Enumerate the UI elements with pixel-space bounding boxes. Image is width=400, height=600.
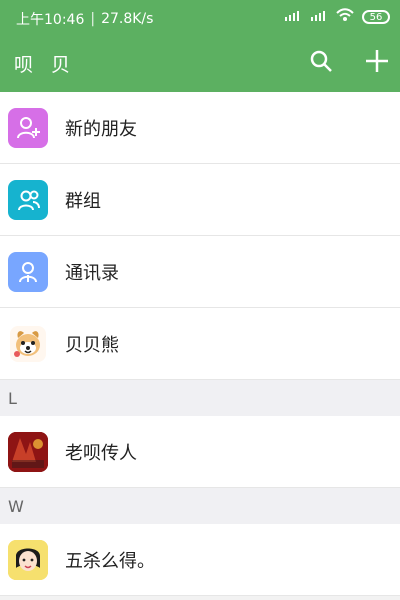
list-item-new-friends[interactable]: 新的朋友: [0, 92, 400, 164]
network-speed: 27.8K/s: [101, 11, 154, 27]
dog-avatar: [8, 323, 48, 364]
list-item-label: 群组: [65, 190, 101, 212]
list-item-label: 新的朋友: [65, 118, 137, 140]
battery-icon: 56: [362, 10, 390, 24]
list-item-label: 五杀么得。: [65, 550, 155, 572]
list-item-address-book[interactable]: 通讯录: [0, 236, 400, 308]
list-item-label: 通讯录: [65, 262, 119, 284]
search-button[interactable]: [306, 48, 336, 78]
group-icon: [8, 179, 48, 220]
poster-avatar: [8, 431, 48, 472]
add-icon: [364, 48, 390, 78]
contacts-icon: [8, 251, 48, 292]
list-item-groups[interactable]: 群组: [0, 164, 400, 236]
add-button[interactable]: [362, 48, 392, 78]
status-time: 上午10:46: [16, 12, 85, 28]
girl-avatar: [8, 539, 48, 580]
list-item-laobei[interactable]: 老呗传人: [0, 416, 400, 488]
status-bar: 上午10:46 | 27.8K/s 56: [0, 0, 400, 36]
signal-icon: [310, 8, 328, 26]
list-item-bear[interactable]: 贝贝熊: [0, 308, 400, 380]
contacts-list: 新的朋友 群组 通讯录 贝贝熊 L 老呗传人 W 五杀么得。: [0, 92, 400, 596]
app-bar: 呗 贝: [0, 36, 400, 92]
new-friend-icon: [8, 107, 48, 148]
list-item-label: 贝贝熊: [65, 334, 119, 356]
search-icon: [309, 49, 333, 77]
status-separator: |: [90, 11, 96, 27]
list-item-wusha[interactable]: 五杀么得。: [0, 524, 400, 596]
signal-icon: [284, 8, 302, 26]
section-letter: L: [8, 388, 17, 408]
battery-level: 56: [369, 11, 383, 23]
list-item-label: 老呗传人: [65, 442, 137, 464]
wifi-icon: [336, 8, 354, 26]
app-title: 呗 贝: [14, 54, 77, 76]
section-header: W: [0, 488, 400, 524]
section-header: L: [0, 380, 400, 416]
section-letter: W: [8, 496, 24, 516]
